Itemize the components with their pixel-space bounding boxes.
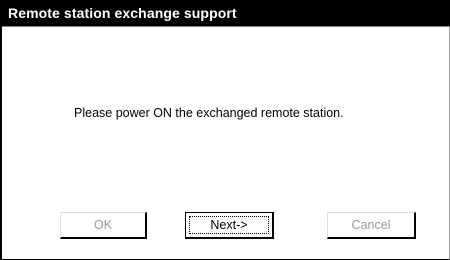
instruction-message: Please power ON the exchanged remote sta… [74, 106, 344, 120]
title-divider [2, 26, 450, 27]
dialog-window: Remote station exchange support Please p… [0, 0, 450, 260]
window-title: Remote station exchange support [8, 5, 237, 21]
cancel-button[interactable]: Cancel [327, 212, 416, 239]
ok-button-label: OK [93, 218, 113, 232]
ok-button[interactable]: OK [60, 212, 147, 239]
title-bar[interactable]: Remote station exchange support [2, 0, 450, 26]
cancel-button-label: Cancel [351, 218, 391, 232]
next-button-label: Next-> [210, 218, 248, 232]
next-button[interactable]: Next-> [185, 212, 274, 239]
